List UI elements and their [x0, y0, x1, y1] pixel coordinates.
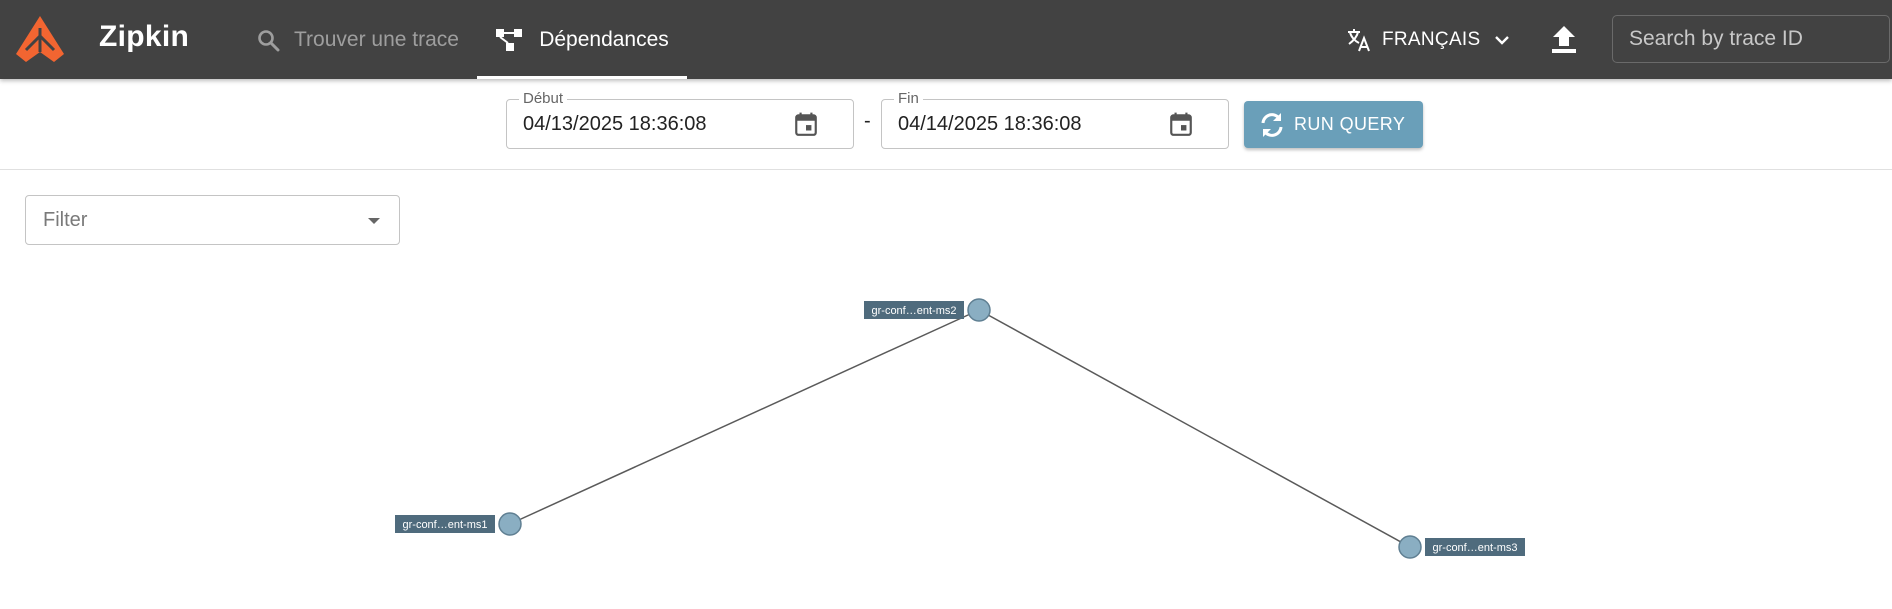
nav-dependencies-label: Dépendances [539, 27, 669, 51]
run-query-label: RUN QUERY [1294, 114, 1406, 134]
app-title[interactable]: Zipkin [99, 20, 189, 54]
graph-edge-ms2-ms1 [509, 309, 980, 525]
node-circle[interactable] [1398, 535, 1422, 559]
nav-dependencies[interactable]: Dépendances [477, 0, 687, 79]
nav-find-trace-label: Trouver une trace [294, 27, 459, 51]
calendar-icon[interactable] [793, 111, 819, 137]
run-query-button[interactable]: RUN QUERY [1244, 101, 1423, 148]
chevron-down-icon [1495, 35, 1510, 45]
dependency-graph[interactable]: gr-conf…ent-ms2 gr-conf…ent-ms1 gr-conf…… [0, 170, 1892, 609]
top-app-bar: Zipkin Trouver une trace Dépendances FRA… [0, 0, 1892, 79]
start-date-label: Début [519, 90, 568, 108]
node-label: gr-conf…ent-ms2 [872, 305, 957, 317]
dependencies-icon [496, 28, 523, 51]
date-range-separator: - [864, 110, 871, 132]
graph-edge-ms2-ms3 [978, 309, 1411, 548]
start-date-field[interactable]: Début 04/13/2025 18:36:08 [506, 90, 854, 149]
end-date-value[interactable]: 04/14/2025 18:36:08 [898, 113, 1082, 136]
start-date-value[interactable]: 04/13/2025 18:36:08 [523, 113, 707, 136]
trace-id-search-input[interactable] [1612, 15, 1890, 63]
upload-icon[interactable] [1549, 24, 1579, 56]
node-circle[interactable] [967, 298, 991, 322]
node-circle[interactable] [498, 512, 522, 536]
language-selector[interactable]: FRANÇAIS [1346, 0, 1512, 79]
end-date-field[interactable]: Fin 04/14/2025 18:36:08 [881, 90, 1229, 149]
graph-node-ms2[interactable]: gr-conf…ent-ms2 [864, 298, 991, 322]
graph-node-ms3[interactable]: gr-conf…ent-ms3 [1398, 535, 1525, 559]
node-label: gr-conf…ent-ms1 [403, 519, 488, 531]
translate-icon [1348, 28, 1370, 51]
search-icon [258, 29, 280, 51]
language-label: FRANÇAIS [1382, 28, 1481, 50]
refresh-icon [1261, 112, 1283, 137]
graph-node-ms1[interactable]: gr-conf…ent-ms1 [395, 512, 522, 536]
active-tab-indicator [477, 76, 687, 79]
node-label: gr-conf…ent-ms3 [1433, 542, 1518, 554]
calendar-icon[interactable] [1168, 111, 1194, 137]
nav-find-trace[interactable]: Trouver une trace [256, 0, 459, 79]
end-date-label: Fin [894, 90, 923, 108]
zipkin-logo-icon[interactable] [14, 14, 66, 64]
